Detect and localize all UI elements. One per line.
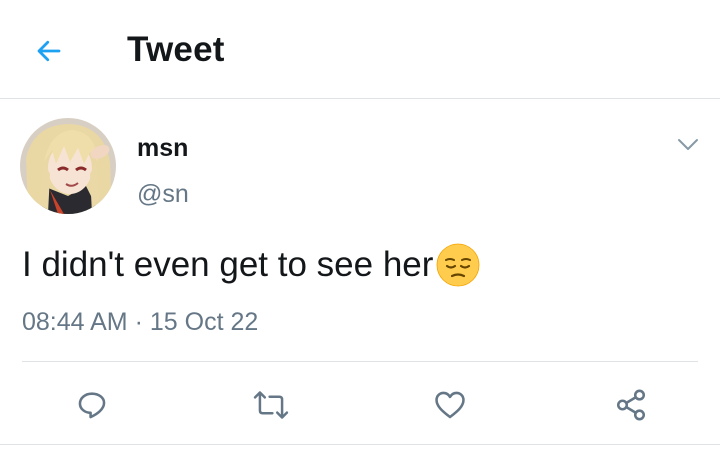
pensive-face-icon — [437, 243, 480, 287]
reply-icon — [78, 392, 106, 419]
page-title: Tweet — [127, 30, 225, 69]
avatar[interactable] — [20, 118, 116, 214]
more-options-button[interactable] — [672, 132, 704, 158]
timestamp-separator: · — [134, 308, 143, 336]
bottom-divider — [0, 444, 720, 445]
tweet-actions-bar — [0, 380, 720, 430]
header-divider — [0, 98, 720, 99]
tweet-body: I didn't even get to see her — [22, 245, 434, 284]
like-button[interactable] — [425, 380, 475, 430]
avatar-image — [20, 118, 116, 214]
tweet-date: 15 Oct 22 — [149, 308, 259, 336]
share-button[interactable] — [606, 380, 656, 430]
heart-icon — [435, 391, 465, 419]
retweet-button[interactable] — [246, 380, 296, 430]
back-button[interactable] — [30, 32, 68, 70]
actions-divider — [22, 361, 698, 362]
display-name[interactable]: msn — [137, 134, 188, 163]
retweet-icon — [253, 391, 289, 419]
reply-button[interactable] — [67, 380, 117, 430]
tweet-timestamp: 08:44 AM · 15 Oct 22 — [22, 308, 258, 337]
tweet-text: I didn't even get to see her — [22, 242, 481, 288]
user-handle[interactable]: @sn — [137, 180, 189, 209]
top-bar: Tweet — [0, 0, 720, 99]
tweet-detail-screen: Tweet msn @sn I didn't even get to see h… — [0, 0, 720, 457]
share-icon — [616, 389, 646, 421]
chevron-down-icon — [678, 139, 698, 150]
arrow-left-icon — [37, 40, 61, 62]
tweet-time: 08:44 AM — [22, 308, 128, 336]
